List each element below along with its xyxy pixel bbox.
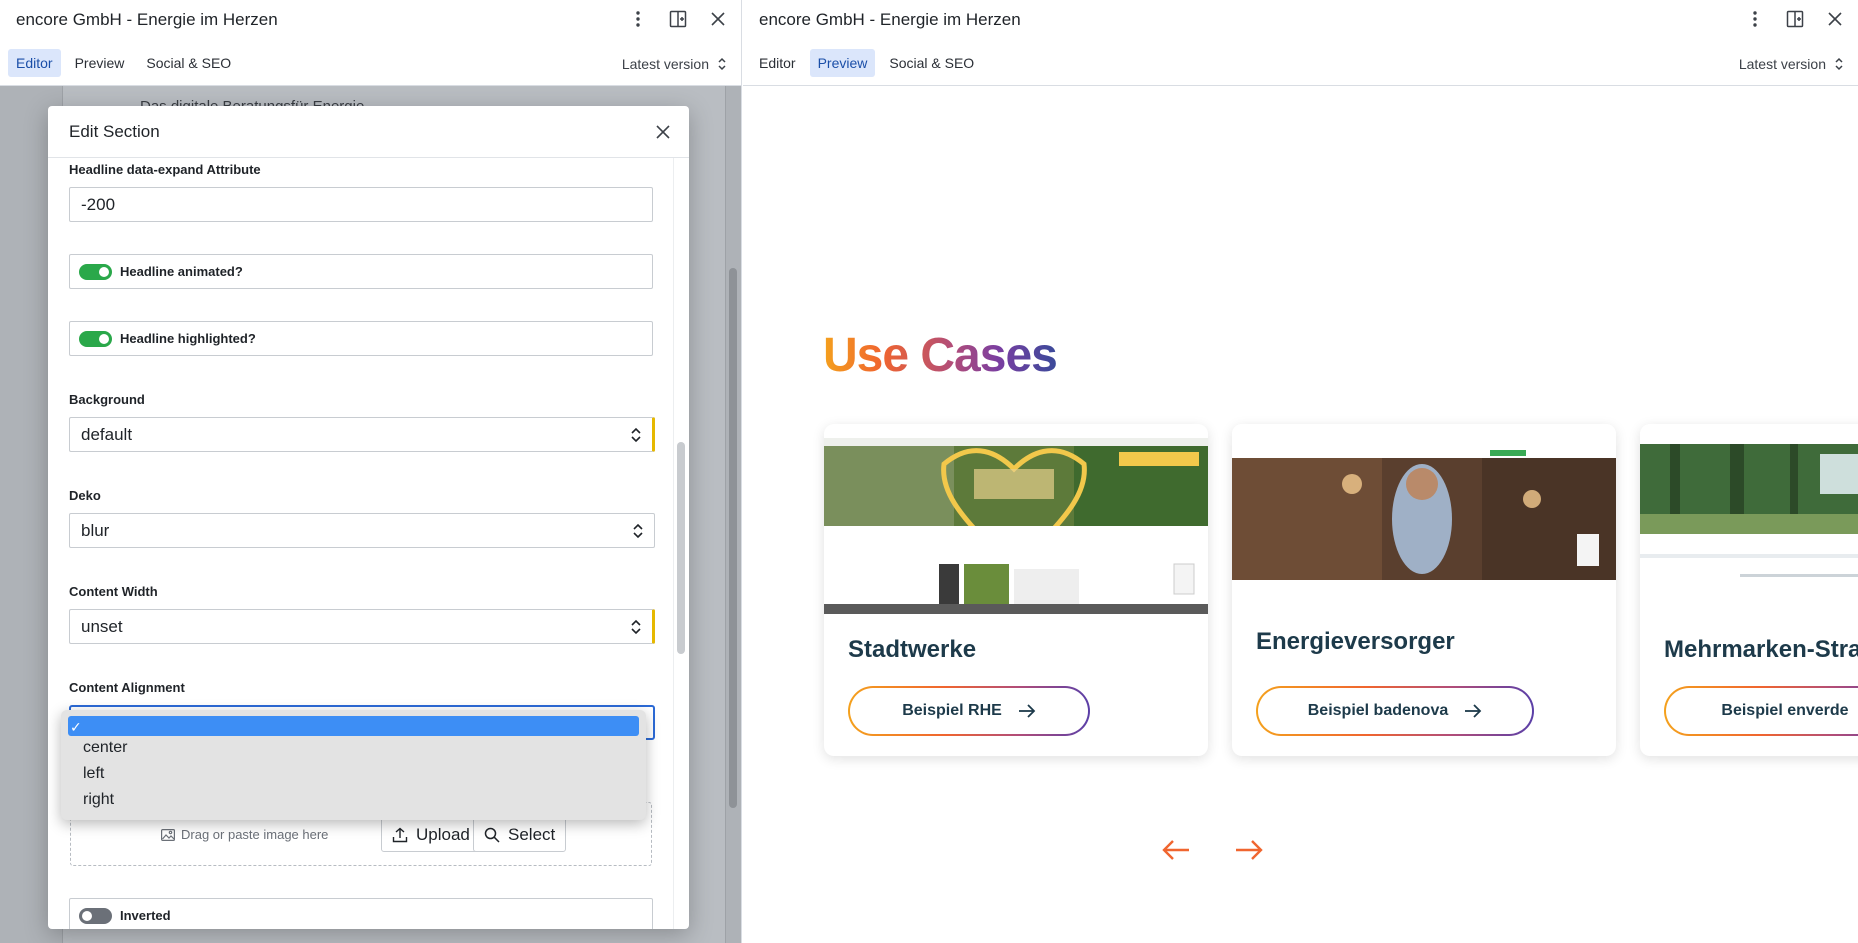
version-selector[interactable]: Latest version	[1739, 56, 1844, 72]
card-cta-label: Beispiel badenova	[1307, 702, 1449, 719]
editor-scrollbar[interactable]	[729, 268, 737, 808]
checkmark-icon: ✓	[70, 719, 82, 735]
chevron-up-down-icon	[718, 57, 726, 71]
use-case-card: Stadtwerke Beispiel RHE	[824, 424, 1208, 756]
chevron-up-down-icon	[631, 427, 641, 443]
title-bar: encore GmbH - Energie im Herzen	[743, 0, 1858, 40]
title-bar: encore GmbH - Energie im Herzen	[0, 0, 741, 40]
inverted-row: Inverted	[69, 898, 653, 929]
version-label: Latest version	[621, 56, 709, 72]
dropdown-option-center[interactable]: center	[68, 737, 639, 759]
background-label: Background	[69, 392, 145, 407]
tab-editor[interactable]: Editor	[8, 49, 61, 77]
more-vertical-icon[interactable]	[627, 8, 649, 30]
content-alignment-label: Content Alignment	[69, 680, 185, 695]
content-alignment-dropdown: ✓ center left right	[61, 710, 646, 820]
carousel-prev-arrow-icon[interactable]	[1161, 838, 1191, 862]
deko-label: Deko	[69, 488, 101, 503]
dropzone-hint: Drag or paste image here	[161, 827, 328, 842]
page-preview: Use Cases Stadtwerke Beispiel RHE Energi…	[743, 86, 1858, 943]
dropdown-option-empty[interactable]: ✓	[68, 716, 639, 736]
card-cta-label: Beispiel RHE	[902, 702, 1002, 719]
content-width-label: Content Width	[69, 584, 158, 599]
headline-expand-label: Headline data-expand Attribute	[69, 162, 261, 177]
tab-editor[interactable]: Editor	[751, 49, 804, 77]
dialog-title: Edit Section	[69, 122, 160, 141]
dialog-scrollbar[interactable]	[677, 442, 685, 654]
select-button[interactable]: Select	[473, 817, 567, 852]
document-title: encore GmbH - Energie im Herzen	[759, 10, 1021, 29]
document-title: encore GmbH - Energie im Herzen	[16, 10, 278, 29]
headline-highlighted-toggle[interactable]	[79, 331, 112, 347]
content-width-value: unset	[81, 617, 123, 636]
headline-animated-toggle[interactable]	[79, 264, 112, 280]
upload-button[interactable]: Upload	[381, 817, 481, 852]
card-cta-label: Beispiel enverde	[1721, 702, 1849, 719]
use-cases-headline: Use Cases	[823, 329, 1058, 382]
chevron-up-down-icon	[1835, 57, 1843, 71]
image-icon	[161, 828, 175, 841]
card-cta-button[interactable]: Beispiel badenova	[1256, 686, 1534, 736]
editor-pane: encore GmbH - Energie im Herzen Editor P…	[0, 0, 742, 943]
card-cta-button[interactable]: Beispiel enverde	[1664, 686, 1858, 736]
card-cta-button[interactable]: Beispiel RHE	[848, 686, 1090, 736]
search-icon	[484, 827, 500, 843]
chevron-up-down-icon	[631, 619, 641, 635]
background-value: default	[81, 425, 133, 444]
close-pane-icon[interactable]	[1824, 8, 1846, 30]
website-screenshot-badenova	[1232, 424, 1616, 584]
carousel-next-arrow-icon[interactable]	[1234, 838, 1264, 862]
select-label: Select	[508, 824, 556, 844]
view-tabs: Editor Preview Social & SEO Latest versi…	[0, 40, 741, 86]
headline-animated-row: Headline animated?	[69, 254, 653, 289]
dropdown-option-left[interactable]: left	[68, 763, 639, 785]
headline-highlighted-row: Headline highlighted?	[69, 321, 653, 356]
arrow-right-icon	[1465, 704, 1482, 718]
use-case-card: Mehrmarken-Strategie Beispiel enverde	[1640, 424, 1858, 756]
tab-social-seo[interactable]: Social & SEO	[138, 49, 239, 77]
card-title: Energieversorger	[1256, 628, 1455, 655]
upload-label: Upload	[416, 824, 470, 844]
split-pane-icon[interactable]	[667, 8, 689, 30]
deko-value: blur	[81, 521, 110, 540]
headline-expand-input[interactable]: -200	[69, 187, 653, 222]
website-screenshot-rhe	[824, 424, 1208, 614]
more-vertical-icon[interactable]	[1744, 8, 1766, 30]
card-title: Mehrmarken-Strategie	[1664, 636, 1858, 663]
inverted-toggle[interactable]	[79, 908, 112, 924]
upload-icon	[392, 827, 408, 842]
inverted-label: Inverted	[120, 908, 171, 923]
content-width-select[interactable]: unset	[69, 609, 655, 644]
tab-preview[interactable]: Preview	[67, 49, 133, 77]
dropdown-option-right[interactable]: right	[68, 789, 639, 811]
preview-pane: encore GmbH - Energie im Herzen Editor P…	[743, 0, 1858, 943]
close-pane-icon[interactable]	[707, 8, 729, 30]
version-label: Latest version	[1738, 56, 1826, 72]
split-pane-icon[interactable]	[1784, 8, 1806, 30]
headline-animated-label: Headline animated?	[120, 264, 243, 279]
deko-select[interactable]: blur	[69, 513, 655, 548]
dropzone-placeholder: Drag or paste image here	[181, 827, 329, 842]
background-select[interactable]: default	[69, 417, 655, 452]
close-icon[interactable]	[651, 120, 675, 144]
card-title: Stadtwerke	[848, 636, 977, 663]
view-tabs: Editor Preview Social & SEO Latest versi…	[743, 40, 1858, 86]
use-case-card: Energieversorger Beispiel badenova	[1232, 424, 1616, 756]
version-selector[interactable]: Latest version	[622, 56, 727, 72]
chevron-up-down-icon	[633, 523, 643, 539]
tab-social-seo[interactable]: Social & SEO	[881, 49, 982, 77]
website-screenshot-enverde	[1640, 424, 1858, 604]
headline-highlighted-label: Headline highlighted?	[120, 331, 256, 346]
arrow-right-icon	[1018, 704, 1036, 718]
tab-preview[interactable]: Preview	[809, 49, 876, 77]
